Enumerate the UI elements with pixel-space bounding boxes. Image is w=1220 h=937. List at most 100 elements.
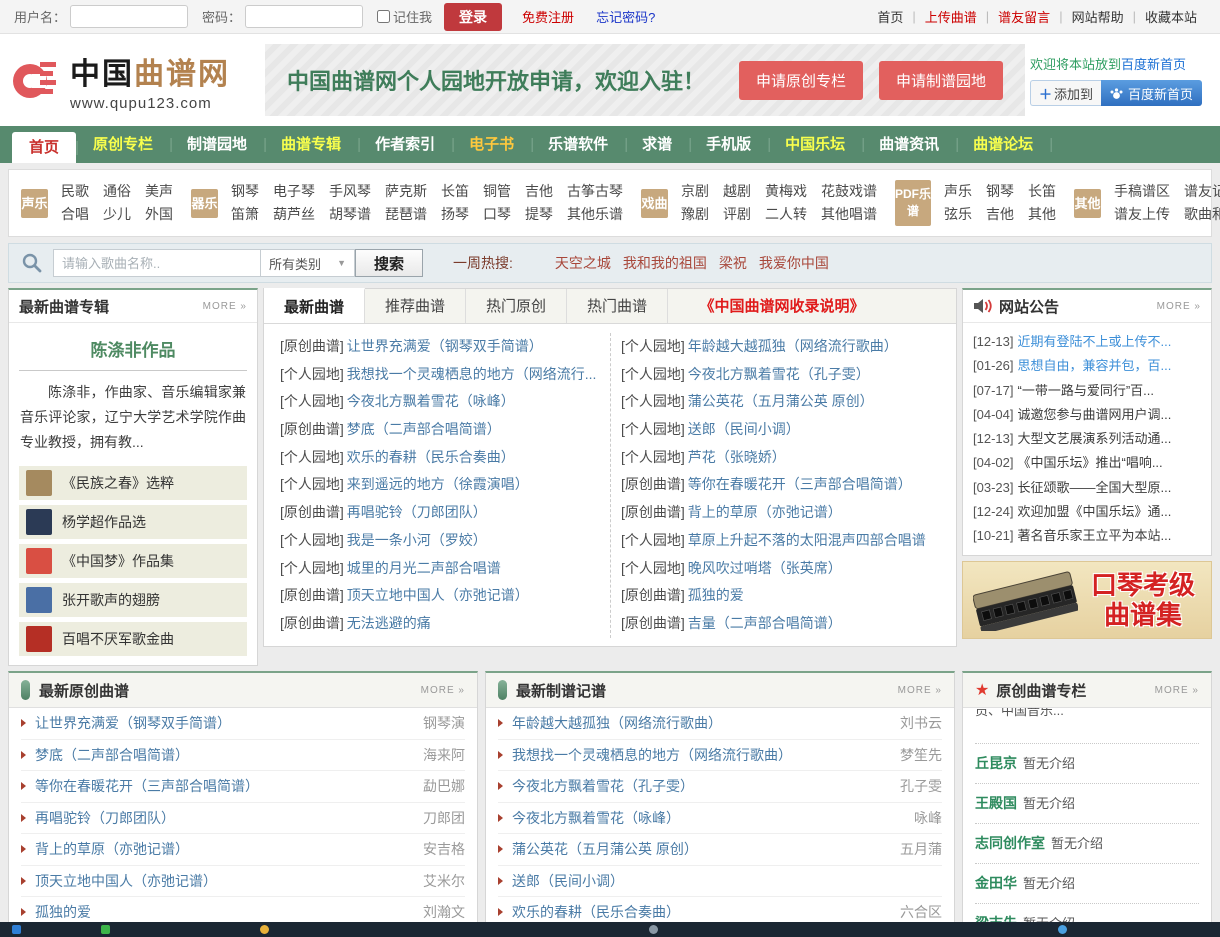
login-button[interactable]: 登录	[444, 3, 502, 31]
song-link[interactable]: 城里的月光二声部合唱谱	[347, 560, 501, 576]
tab-recommended-scores[interactable]: 推荐曲谱	[365, 289, 466, 323]
baidu-tip-link[interactable]: 百度新首页	[1121, 57, 1186, 72]
score-title-link[interactable]: 等你在春暖花开（三声部合唱简谱）	[35, 776, 413, 796]
song-link[interactable]: 无法逃避的痛	[347, 615, 431, 631]
score-row[interactable]: 我想找一个灵魂栖息的地方（网络流行歌曲）梦笙先	[498, 740, 942, 772]
category-link[interactable]: 花鼓戏谱	[821, 180, 877, 203]
score-title-link[interactable]: 欢乐的春耕（民乐合奏曲）	[512, 902, 890, 922]
score-row[interactable]: 今夜北方飘着雪花（咏峰）咏峰	[498, 803, 942, 835]
category-badge[interactable]: 器乐	[191, 189, 218, 218]
category-link[interactable]: 外国	[145, 203, 173, 226]
song-link[interactable]: 来到遥远的地方（徐霞演唱）	[347, 476, 529, 492]
category-link[interactable]: 提琴	[525, 203, 553, 226]
song-link[interactable]: 晚风吹过哨塔（张英席）	[688, 560, 842, 576]
score-row[interactable]: 蒲公英花（五月蒲公英 原创）五月蒲	[498, 834, 942, 866]
latest-original-more-link[interactable]: MORE »	[421, 685, 465, 696]
song-link[interactable]: 我想找一个灵魂栖息的地方（网络流行...	[347, 366, 597, 382]
forgot-password-link[interactable]: 忘记密码?	[596, 7, 655, 26]
nav-item[interactable]: 作者索引	[358, 126, 452, 163]
song-link[interactable]: 欢乐的春耕（民乐合奏曲）	[347, 449, 515, 465]
category-link[interactable]: 钢琴	[986, 180, 1014, 203]
hot-search-link[interactable]: 天空之城	[555, 253, 611, 273]
score-title-link[interactable]: 今夜北方飘着雪花（咏峰）	[512, 808, 904, 828]
top-link[interactable]: 首页	[868, 7, 912, 26]
category-link[interactable]: 古筝古琴	[567, 180, 623, 203]
category-link[interactable]: 口琴	[483, 203, 511, 226]
nav-item[interactable]: 曲谱专辑	[264, 126, 358, 163]
song-link[interactable]: 今夜北方飘着雪花（咏峰）	[347, 393, 515, 409]
category-link[interactable]: 胡琴谱	[329, 203, 371, 226]
category-link[interactable]: 通俗	[103, 180, 131, 203]
category-link[interactable]: 黄梅戏	[765, 180, 807, 203]
password-input[interactable]	[245, 5, 363, 28]
score-title-link[interactable]: 送郎（民间小调）	[512, 871, 932, 891]
baidu-add-button[interactable]: ＋添加到	[1030, 80, 1101, 106]
category-link[interactable]: 铜管	[483, 180, 511, 203]
tab-hot-scores[interactable]: 热门曲谱	[567, 289, 668, 323]
announcement-link[interactable]: 欢迎加盟《中国乐坛》通...	[1017, 504, 1171, 519]
announcement-link[interactable]: “一带一路与爱同行”百...	[1017, 383, 1154, 398]
category-link[interactable]: 合唱	[61, 203, 89, 226]
category-link[interactable]: 评剧	[723, 203, 751, 226]
score-title-link[interactable]: 顶天立地中国人（亦弛记谱）	[35, 871, 413, 891]
search-category-select[interactable]: 所有类别▼	[261, 249, 355, 277]
announcement-link[interactable]: 长征颂歌——全国大型原...	[1017, 480, 1171, 495]
category-link[interactable]: 手稿谱区	[1114, 180, 1170, 203]
announcements-more-link[interactable]: MORE »	[1157, 301, 1201, 312]
category-link[interactable]: 越剧	[723, 180, 751, 203]
featured-album-title[interactable]: 陈涤非作品	[19, 329, 247, 371]
song-link[interactable]: 让世界充满爱（钢琴双手简谱）	[347, 338, 543, 354]
nav-item[interactable]: 曲谱资讯	[862, 126, 956, 163]
score-title-link[interactable]: 背上的草原（亦弛记谱）	[35, 839, 413, 859]
album-list-item[interactable]: 张开歌声的翅膀	[19, 583, 247, 617]
latest-notation-more-link[interactable]: MORE »	[898, 685, 942, 696]
category-link[interactable]: 美声	[145, 180, 173, 203]
album-list-item[interactable]: 《中国梦》作品集	[19, 544, 247, 578]
category-link[interactable]: 长笛	[1028, 180, 1056, 203]
harmonica-ad-banner[interactable]: 口琴考级 曲谱集	[962, 561, 1212, 639]
taskbar[interactable]	[0, 922, 1220, 937]
score-title-link[interactable]: 梦底（二声部合唱简谱）	[35, 745, 413, 765]
album-list-item[interactable]: 百唱不厌军歌金曲	[19, 622, 247, 656]
taskbar-icon[interactable]	[260, 925, 269, 934]
category-badge[interactable]: PDF乐谱	[895, 180, 931, 226]
category-link[interactable]: 笛箫	[231, 203, 259, 226]
nav-item[interactable]: 手机版	[689, 126, 768, 163]
score-row[interactable]: 等你在春暖花开（三声部合唱简谱）勐巴娜	[21, 771, 465, 803]
register-link[interactable]: 免费注册	[522, 7, 574, 26]
top-link[interactable]: 谱友留言	[989, 7, 1059, 26]
category-link[interactable]: 钢琴	[231, 180, 259, 203]
album-list-item[interactable]: 《民族之春》选粹	[19, 466, 247, 500]
score-row[interactable]: 送郎（民间小调）	[498, 866, 942, 898]
score-row[interactable]: 梦底（二声部合唱简谱）海来阿	[21, 740, 465, 772]
category-badge[interactable]: 戏曲	[641, 189, 668, 218]
search-input[interactable]	[53, 249, 261, 277]
taskbar-icon[interactable]	[1058, 925, 1067, 934]
song-link[interactable]: 送郎（民间小调）	[688, 421, 800, 437]
hot-search-link[interactable]: 梁祝	[719, 253, 747, 273]
category-link[interactable]: 扬琴	[441, 203, 469, 226]
score-title-link[interactable]: 孤独的爱	[35, 902, 413, 922]
category-link[interactable]: 二人转	[765, 203, 807, 226]
score-title-link[interactable]: 让世界充满爱（钢琴双手简谱）	[35, 713, 413, 733]
score-row[interactable]: 今夜北方飘着雪花（孔子雯）孔子雯	[498, 771, 942, 803]
score-title-link[interactable]: 再唱驼铃（刀郎团队）	[35, 808, 413, 828]
category-link[interactable]: 葫芦丝	[273, 203, 315, 226]
category-link[interactable]: 吉他	[986, 203, 1014, 226]
category-link[interactable]: 民歌	[61, 180, 89, 203]
song-link[interactable]: 再唱驼铃（刀郎团队）	[347, 504, 487, 520]
top-link[interactable]: 上传曲谱	[916, 7, 986, 26]
category-link[interactable]: 谱友记谱	[1184, 180, 1220, 203]
search-button[interactable]: 搜索	[355, 249, 423, 277]
score-title-link[interactable]: 年龄越大越孤独（网络流行歌曲）	[512, 713, 890, 733]
nav-item[interactable]: 首页	[12, 132, 76, 163]
score-row[interactable]: 顶天立地中国人（亦弛记谱）艾米尔	[21, 866, 465, 898]
author-name-link[interactable]: 金田华	[975, 875, 1017, 891]
announcement-link[interactable]: 著名音乐家王立平为本站...	[1017, 528, 1171, 543]
nav-item[interactable]: 中国乐坛	[768, 126, 862, 163]
username-input[interactable]	[70, 5, 188, 28]
category-badge[interactable]: 声乐	[21, 189, 48, 218]
announcement-link[interactable]: 近期有登陆不上或上传不...	[1017, 334, 1171, 349]
announcement-link[interactable]: 《中国乐坛》推出“唱响...	[1017, 455, 1162, 470]
score-title-link[interactable]: 蒲公英花（五月蒲公英 原创）	[512, 839, 890, 859]
